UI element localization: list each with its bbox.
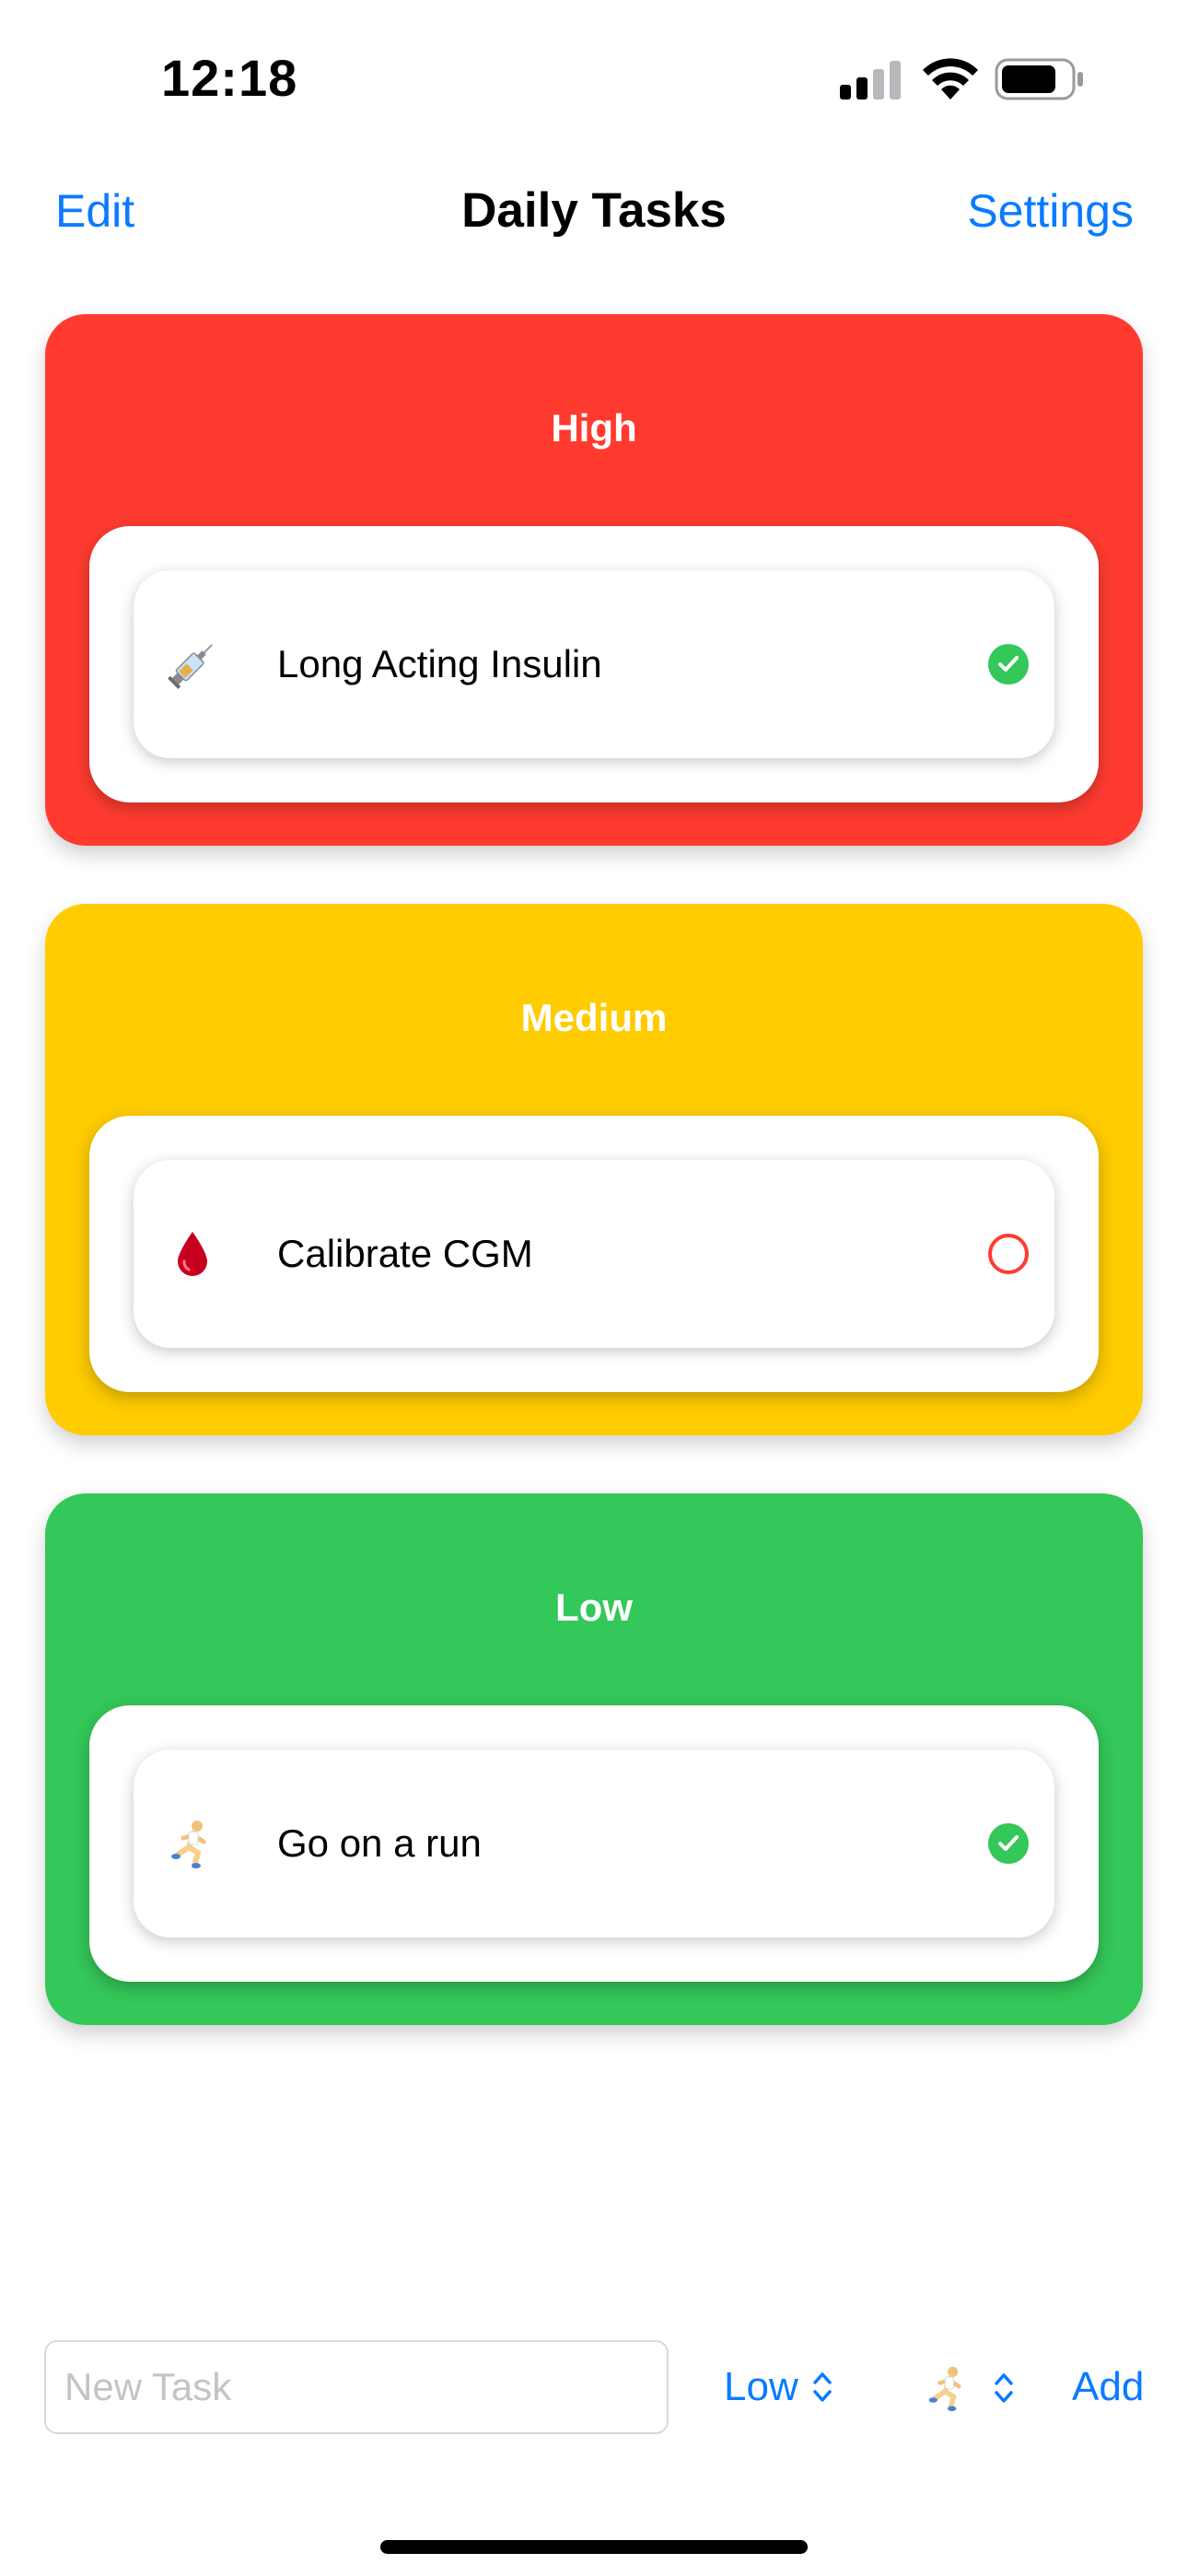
section-title: Medium xyxy=(520,996,668,1039)
priority-picker-value: Low xyxy=(724,2364,798,2409)
task-row[interactable]: Go on a run xyxy=(134,1750,1054,1938)
task-list: Go on a run xyxy=(89,1705,1099,1982)
task-label: Calibrate CGM xyxy=(277,1232,533,1275)
priority-picker[interactable]: Low xyxy=(724,2364,833,2410)
priority-section-high: High Long Acting Insulin xyxy=(45,314,1143,846)
priority-section-medium: Medium Calibrate CGM xyxy=(45,904,1143,1435)
task-row[interactable]: Long Acting Insulin xyxy=(134,570,1054,758)
task-list: Calibrate CGM xyxy=(89,1116,1099,1392)
battery-icon xyxy=(995,58,1083,100)
task-list: Long Acting Insulin xyxy=(89,526,1099,802)
completed-checkmark-icon[interactable] xyxy=(988,644,1029,685)
wifi-icon xyxy=(923,58,978,100)
runner-icon xyxy=(925,2364,973,2412)
home-indicator[interactable] xyxy=(380,2540,808,2554)
chevron-up-down-icon xyxy=(995,2373,1013,2403)
task-label: Long Acting Insulin xyxy=(277,642,602,685)
chevron-up-down-icon xyxy=(812,2372,832,2402)
new-task-input[interactable] xyxy=(44,2340,669,2434)
section-title: Low xyxy=(555,1586,633,1629)
task-row[interactable]: Calibrate CGM xyxy=(134,1160,1054,1348)
priority-section-low: Low Go on a run xyxy=(45,1493,1143,2025)
syringe-icon xyxy=(156,627,229,701)
settings-button[interactable]: Settings xyxy=(967,184,1134,238)
status-time: 12:18 xyxy=(161,49,298,107)
section-title: High xyxy=(551,406,637,450)
runner-icon xyxy=(156,1807,229,1880)
completed-checkmark-icon[interactable] xyxy=(988,1823,1029,1864)
edit-button[interactable]: Edit xyxy=(55,184,134,238)
add-button[interactable]: Add xyxy=(1072,2364,1144,2410)
icon-picker[interactable] xyxy=(925,2364,1015,2412)
blood-drop-icon xyxy=(156,1217,229,1291)
cellular-signal-icon xyxy=(840,61,901,100)
incomplete-circle-icon[interactable] xyxy=(988,1234,1029,1274)
task-label: Go on a run xyxy=(277,1821,482,1865)
